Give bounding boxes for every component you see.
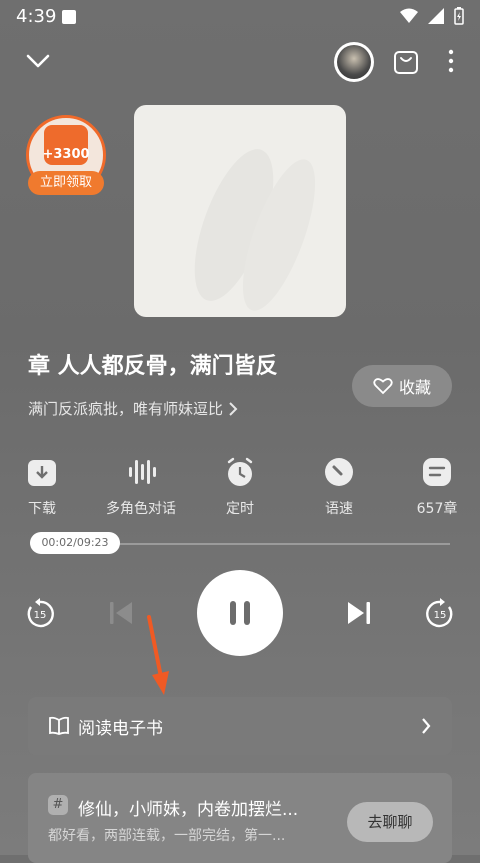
rewind-15-button[interactable]: 15 xyxy=(24,598,56,630)
battery-icon xyxy=(454,7,464,25)
book-subtitle-text: 满门反派疯批，唯有师妹逗比 xyxy=(28,400,224,418)
cover-placeholder-icon xyxy=(194,149,316,311)
annotation-arrow-icon xyxy=(147,615,169,695)
signal-icon xyxy=(428,8,444,24)
chevron-down-icon[interactable] xyxy=(24,48,52,72)
skip-previous-icon xyxy=(110,602,132,624)
skip-next-icon xyxy=(348,602,370,624)
heart-icon xyxy=(373,378,393,395)
favorite-label: 收藏 xyxy=(398,378,431,397)
hashtag-icon: # xyxy=(48,795,68,815)
multi-role-button[interactable]: 多角色对话 xyxy=(96,456,186,518)
chapters-label: 657章 xyxy=(416,501,458,517)
pause-button[interactable] xyxy=(197,570,283,656)
topic-title: 修仙，小师妹，内卷加摆烂... xyxy=(78,800,299,820)
next-button[interactable] xyxy=(344,598,374,628)
voice-icon xyxy=(129,460,156,484)
notification-icon xyxy=(62,10,76,24)
feature-row: 下载 多角色对话 定时 语速 657章 xyxy=(0,456,480,526)
speed-label: 语速 xyxy=(325,501,353,517)
wifi-icon xyxy=(400,8,418,23)
forward-15-icon: 15 xyxy=(426,598,453,628)
previous-button[interactable] xyxy=(106,598,136,628)
pause-icon xyxy=(230,601,250,625)
download-button[interactable]: 下载 xyxy=(0,456,87,518)
status-icons xyxy=(400,7,464,25)
progress-time[interactable]: 00:02/09:23 xyxy=(30,532,120,554)
status-bar: 4:39 xyxy=(0,0,480,34)
forward-seconds: 15 xyxy=(434,610,447,621)
multi-role-label: 多角色对话 xyxy=(106,501,176,517)
top-bar xyxy=(0,40,480,86)
book-icon xyxy=(49,716,69,735)
chapters-icon xyxy=(423,458,451,486)
timer-label: 定时 xyxy=(226,501,254,517)
read-ebook-label: 阅读电子书 xyxy=(78,718,163,739)
timer-button[interactable]: 定时 xyxy=(195,456,285,518)
claim-reward-button[interactable]: 立即领取 xyxy=(28,171,104,195)
avatar[interactable] xyxy=(334,42,374,82)
rewind-seconds: 15 xyxy=(34,610,47,621)
bag-icon[interactable] xyxy=(392,48,420,76)
more-icon[interactable] xyxy=(444,46,458,76)
chevron-right-icon xyxy=(229,401,238,416)
player-controls: 15 15 xyxy=(0,570,480,660)
favorite-button[interactable]: 收藏 xyxy=(352,365,452,407)
speed-icon xyxy=(325,458,353,486)
download-icon xyxy=(28,460,56,486)
download-label: 下载 xyxy=(28,501,56,517)
coin-icon: +3300 xyxy=(42,125,90,165)
timer-icon xyxy=(227,457,253,486)
speed-button[interactable]: 语速 xyxy=(294,456,384,518)
avatar-image xyxy=(337,45,371,79)
book-cover xyxy=(134,105,346,317)
reward-badge[interactable]: +3300 立即领取 xyxy=(26,115,106,195)
book-title: 章 人人都反骨，满门皆反 xyxy=(28,354,278,379)
topic-card[interactable]: # 修仙，小师妹，内卷加摆烂... 都好看，两部连载，一部完结，第一... 去聊… xyxy=(28,773,452,863)
forward-15-button[interactable]: 15 xyxy=(424,598,456,630)
status-time: 4:39 xyxy=(16,6,57,27)
chapters-button[interactable]: 657章 xyxy=(392,456,480,518)
topic-description: 都好看，两部连载，一部完结，第一... xyxy=(48,828,286,844)
reward-amount: +3300 xyxy=(42,147,90,162)
chevron-right-icon xyxy=(422,718,431,734)
read-ebook-row[interactable]: 阅读电子书 xyxy=(28,697,452,755)
rewind-15-icon: 15 xyxy=(27,598,54,628)
go-chat-button[interactable]: 去聊聊 xyxy=(347,802,433,842)
book-subtitle[interactable]: 满门反派疯批，唯有师妹逗比 xyxy=(28,398,239,419)
